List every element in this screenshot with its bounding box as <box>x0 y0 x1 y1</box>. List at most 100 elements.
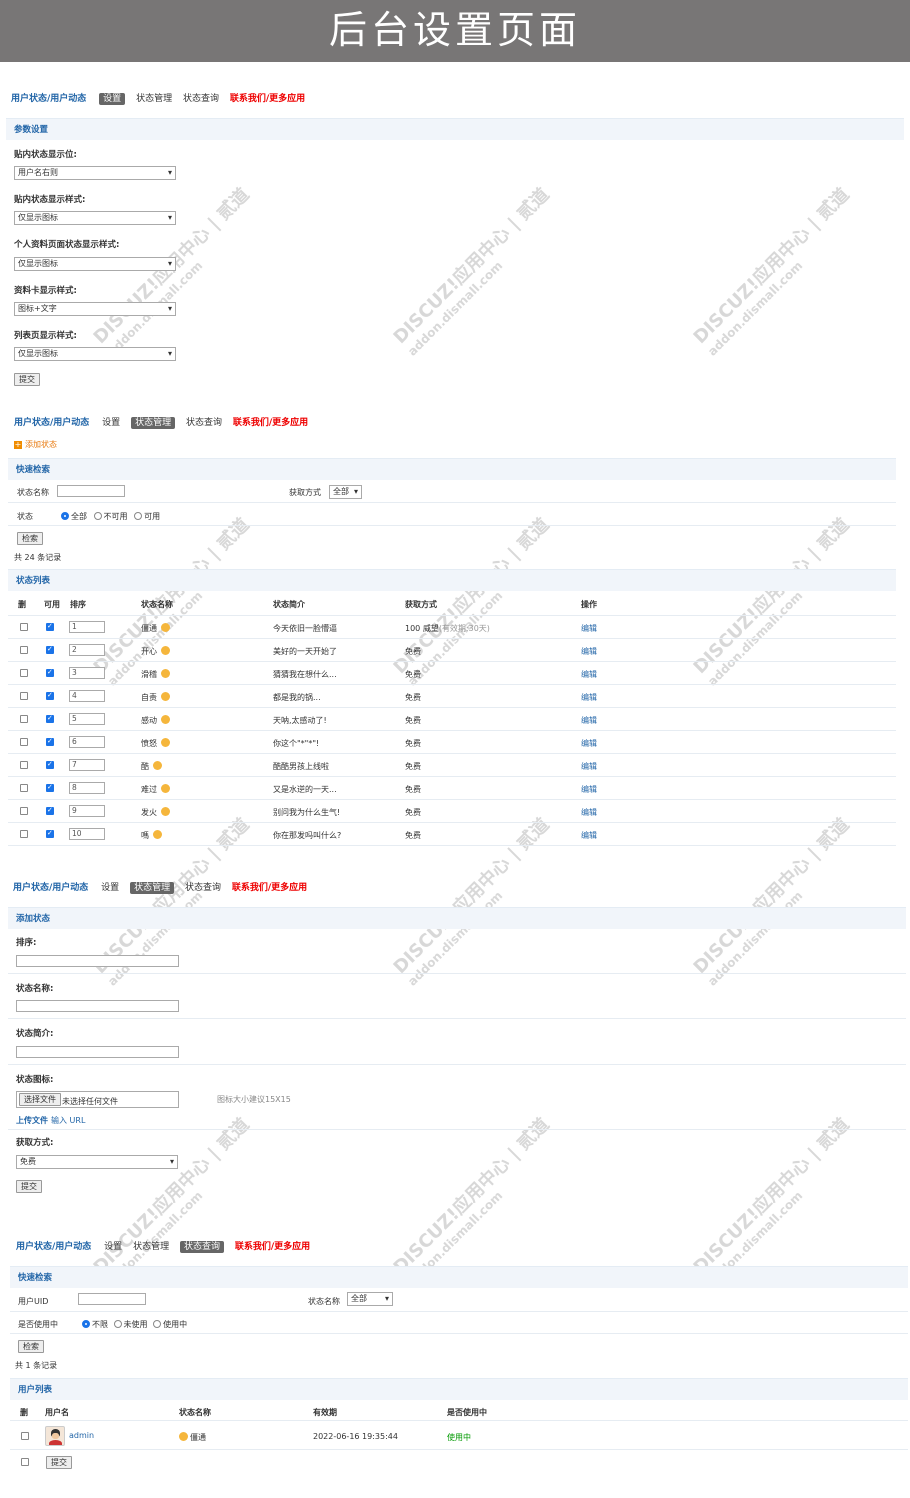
order-input[interactable] <box>16 955 179 967</box>
status-name-label: 感动 <box>141 716 157 725</box>
search-header: 快速检索 <box>8 458 896 480</box>
enabled-checkbox[interactable] <box>46 737 54 746</box>
delete-checkbox[interactable] <box>20 715 28 723</box>
name-input[interactable] <box>57 485 125 497</box>
edit-link[interactable]: 编辑 <box>581 669 597 680</box>
position-select[interactable]: 用户名右则 <box>14 166 176 180</box>
inuse-radio-group[interactable]: 不限 未使用 使用中 <box>82 1319 187 1330</box>
method-value: 免费 <box>405 647 421 656</box>
enabled-checkbox[interactable] <box>46 783 54 792</box>
tab-settings[interactable]: 设置 <box>101 883 119 893</box>
enabled-checkbox[interactable] <box>46 645 54 654</box>
contact-link[interactable]: 联系我们/更多应用 <box>230 94 305 104</box>
name-input[interactable] <box>16 1000 179 1012</box>
tab-settings[interactable]: 设置 <box>102 418 120 428</box>
delete-checkbox[interactable] <box>20 807 28 815</box>
tab-query[interactable]: 状态查询 <box>186 418 222 428</box>
tab-manage[interactable]: 状态管理 <box>131 417 176 429</box>
order-input[interactable]: 1 <box>69 621 105 633</box>
status-radio-group[interactable]: 全部 不可用 可用 <box>61 511 160 522</box>
edit-link[interactable]: 编辑 <box>581 761 597 772</box>
enabled-checkbox[interactable] <box>46 668 54 677</box>
edit-link[interactable]: 编辑 <box>581 807 597 818</box>
card-style-select[interactable]: 图标+文字 <box>14 302 176 316</box>
order-input[interactable]: 8 <box>69 782 105 794</box>
tab-settings[interactable]: 设置 <box>99 93 126 105</box>
submit-button[interactable]: 提交 <box>46 1456 72 1469</box>
tab-settings[interactable]: 设置 <box>104 1242 122 1252</box>
enabled-checkbox[interactable] <box>46 760 54 769</box>
enabled-checkbox[interactable] <box>46 622 54 631</box>
tab-query[interactable]: 状态查询 <box>179 1241 224 1253</box>
enabled-checkbox[interactable] <box>46 714 54 723</box>
edit-link[interactable]: 编辑 <box>581 623 597 634</box>
edit-link[interactable]: 编辑 <box>581 646 597 657</box>
order-input[interactable]: 7 <box>69 759 105 771</box>
radio-unused[interactable] <box>113 1320 122 1328</box>
plugin-title[interactable]: 用户状态/用户动态 <box>11 94 86 104</box>
method-value: 免费 <box>405 785 421 794</box>
contact-link[interactable]: 联系我们/更多应用 <box>235 1242 310 1252</box>
contact-link[interactable]: 联系我们/更多应用 <box>233 418 308 428</box>
delete-checkbox[interactable] <box>20 646 28 654</box>
search-button[interactable]: 检索 <box>18 1340 44 1353</box>
radio-used[interactable] <box>153 1320 162 1328</box>
username-link[interactable]: admin <box>69 1431 94 1440</box>
add-status-link[interactable]: + 添加状态 <box>14 439 57 450</box>
intro-input[interactable] <box>16 1046 179 1058</box>
submit-button[interactable]: 提交 <box>16 1180 42 1193</box>
list-header: 状态列表 <box>8 569 896 591</box>
method-select[interactable]: 全部 <box>329 485 362 499</box>
contact-link[interactable]: 联系我们/更多应用 <box>232 883 307 893</box>
order-input[interactable]: 6 <box>69 736 105 748</box>
edit-link[interactable]: 编辑 <box>581 830 597 841</box>
uid-input[interactable] <box>78 1293 146 1305</box>
plugin-title[interactable]: 用户状态/用户动态 <box>14 418 89 428</box>
input-url-link[interactable]: 输入 URL <box>51 1115 85 1126</box>
upload-file-link[interactable]: 上传文件 <box>16 1115 48 1126</box>
edit-link[interactable]: 编辑 <box>581 784 597 795</box>
edit-link[interactable]: 编辑 <box>581 715 597 726</box>
tab-query[interactable]: 状态查询 <box>185 883 221 893</box>
tab-manage[interactable]: 状态管理 <box>130 882 175 894</box>
delete-checkbox[interactable] <box>20 738 28 746</box>
order-input[interactable]: 5 <box>69 713 105 725</box>
radio-all[interactable] <box>61 512 69 520</box>
edit-link[interactable]: 编辑 <box>581 738 597 749</box>
enabled-checkbox[interactable] <box>46 829 54 838</box>
delete-checkbox[interactable] <box>20 784 28 792</box>
list-style-select[interactable]: 仅显示图标 <box>14 347 176 361</box>
order-input[interactable]: 10 <box>69 828 105 840</box>
file-input[interactable]: 选择文件 未选择任何文件 <box>16 1091 179 1108</box>
plugin-title[interactable]: 用户状态/用户动态 <box>16 1242 91 1252</box>
order-input[interactable]: 3 <box>69 667 105 679</box>
tab-query[interactable]: 状态查询 <box>183 94 219 104</box>
radio-disabled[interactable] <box>93 512 102 520</box>
order-input[interactable]: 4 <box>69 690 105 702</box>
delete-checkbox[interactable] <box>20 761 28 769</box>
choose-file-button[interactable]: 选择文件 <box>19 1093 61 1106</box>
method-select[interactable]: 免费 <box>16 1155 178 1169</box>
enabled-checkbox[interactable] <box>46 691 54 700</box>
search-button[interactable]: 检索 <box>17 532 43 545</box>
radio-any[interactable] <box>82 1320 90 1328</box>
delete-checkbox[interactable] <box>21 1432 29 1440</box>
select-all-checkbox[interactable] <box>21 1458 29 1466</box>
delete-checkbox[interactable] <box>20 623 28 631</box>
delete-checkbox[interactable] <box>20 692 28 700</box>
radio-enabled[interactable] <box>134 512 143 520</box>
tab-manage[interactable]: 状态管理 <box>133 1242 169 1252</box>
order-input[interactable]: 9 <box>69 805 105 817</box>
enabled-checkbox[interactable] <box>46 806 54 815</box>
edit-link[interactable]: 编辑 <box>581 692 597 703</box>
delete-checkbox[interactable] <box>20 669 28 677</box>
tab-manage[interactable]: 状态管理 <box>136 94 172 104</box>
thread-style-select[interactable]: 仅显示图标 <box>14 211 176 225</box>
delete-checkbox[interactable] <box>20 830 28 838</box>
user-list-header: 用户列表 <box>10 1378 908 1400</box>
plugin-title[interactable]: 用户状态/用户动态 <box>13 883 88 893</box>
profile-style-select[interactable]: 仅显示图标 <box>14 257 176 271</box>
submit-button[interactable]: 提交 <box>14 373 40 386</box>
status-name-select[interactable]: 全部 <box>347 1292 393 1306</box>
order-input[interactable]: 2 <box>69 644 105 656</box>
